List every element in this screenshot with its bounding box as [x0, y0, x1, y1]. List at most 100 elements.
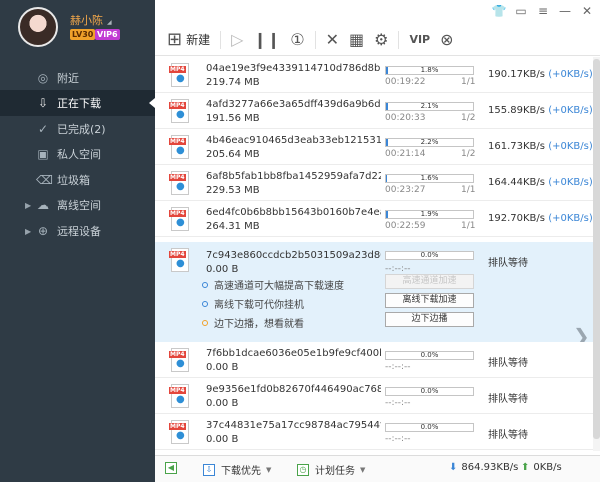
tip-offline: 离线下载可代你挂机	[202, 296, 304, 311]
priority-label: 下载优先	[221, 466, 261, 477]
task-name: 04ae19e3f9e4339114710d786d8b3c93...	[206, 63, 381, 74]
upload-arrow-icon: ⬆	[521, 462, 530, 473]
sidebar-item-downloading[interactable]: ⇩ 正在下载	[0, 90, 155, 116]
download-priority-button[interactable]: ⇩ 下载优先 ▼	[203, 462, 271, 477]
progress-percent: 2.2%	[420, 138, 439, 146]
remote-device-icon: ⊕	[37, 224, 49, 238]
bullet-icon	[202, 300, 208, 307]
mp4-file-icon	[169, 348, 189, 372]
lock-icon: ▣	[37, 147, 49, 161]
speedup-button[interactable]: ⊗	[440, 29, 453, 51]
list-item[interactable]: 7f6bb1dcae6036e05e1b9fe9cf400bbe.m... 0.…	[155, 342, 600, 378]
cloud-icon: ☁	[37, 198, 49, 212]
download-arrow-icon: ⬇	[449, 462, 458, 473]
task-name: 7c943e860ccdcb2b5031509a23d80775...	[206, 250, 381, 261]
list-item[interactable]: 6af8b5fab1bb8fba1452959afa7d22c3.m... 22…	[155, 165, 600, 201]
minimize-icon[interactable]: ▭	[513, 3, 529, 19]
progress-percent: 0.0%	[420, 251, 439, 259]
chevron-right-icon[interactable]: ▶	[25, 227, 31, 236]
remaining-time: 00:22:59	[385, 221, 426, 231]
delete-button[interactable]: ✕	[326, 29, 339, 51]
list-item[interactable]: 04ae19e3f9e4339114710d786d8b3c93... 219.…	[155, 57, 600, 93]
sidebar-item-remote[interactable]: ▶ ⊕ 远程设备	[0, 218, 155, 244]
remaining-time: 00:21:14	[385, 149, 426, 159]
grid-view-button[interactable]: ▦	[349, 29, 364, 51]
settings-icon[interactable]: ⚙	[374, 29, 388, 51]
sidebar-item-label: 远程设备	[57, 225, 101, 238]
vip-button[interactable]: VIP	[409, 29, 430, 51]
user-profile[interactable]: 赫小陈 LV30 VIP6	[0, 0, 155, 60]
scrollbar[interactable]	[593, 57, 600, 451]
sidebar-item-completed[interactable]: ✓ 已完成(2)	[0, 116, 155, 142]
main-panel: 👕 ▭ ≡ — ✕ ⊞ 新建 ▷ ❙❙ ① ✕ ▦ ⚙ VIP ⊗ MP4 ● …	[155, 0, 600, 482]
progress-percent: 2.1%	[420, 102, 439, 110]
progress-bar: 2.1%	[385, 102, 474, 111]
sidebar-item-private[interactable]: ▣ 私人空间	[0, 141, 155, 167]
divider	[314, 30, 316, 49]
shirt-icon[interactable]: 👕	[491, 3, 507, 19]
progress-bar: 1.8%	[385, 66, 474, 75]
upload-speed: (+0KB/s)	[548, 177, 593, 188]
list-item[interactable]: 37c44831e75a17cc98784ac79544f344... 0.00…	[155, 414, 600, 450]
collapse-sidebar-button[interactable]: ◀	[165, 462, 183, 474]
remaining-time: 00:23:27	[385, 185, 426, 195]
start-button[interactable]: ▷	[231, 29, 243, 51]
list-item[interactable]: 4b46eac910465d3eab33eb121531f94b... 205.…	[155, 129, 600, 165]
task-size: 229.53 MB	[206, 185, 260, 196]
scheduled-task-button[interactable]: ◷ 计划任务 ▼	[297, 462, 365, 477]
progress-bar: 2.2%	[385, 138, 474, 147]
new-task-label: 新建	[186, 33, 211, 47]
schedule-icon: ◷	[297, 463, 309, 476]
progress-percent: 1.6%	[420, 174, 439, 182]
download-speed: 164.44KB/s	[488, 177, 545, 188]
limit-speed-button[interactable]: ①	[290, 29, 304, 51]
download-speed-value: 864.93KB/s	[461, 462, 519, 473]
progress-bar: 0.0%	[385, 423, 474, 432]
download-speed: 161.73KB/s	[488, 141, 545, 152]
task-name: 37c44831e75a17cc98784ac79544f344...	[206, 420, 381, 431]
sidebar-item-nearby[interactable]: ◎ 附近	[0, 65, 155, 91]
mp4-file-icon	[169, 207, 189, 231]
progress-bar: 0.0%	[385, 387, 474, 396]
check-circle-icon: ✓	[37, 122, 49, 136]
remaining-time: --:--:--	[385, 434, 411, 444]
download-speed: 190.17KB/s	[488, 69, 545, 80]
sidebar: 赫小陈 LV30 VIP6 ◎ 附近 ⇩ 正在下载 ✓ 已完成(2) ▣ 私人空…	[0, 0, 155, 482]
status-text: 排队等待	[488, 258, 528, 269]
tip-text: 离线下载可代你挂机	[214, 300, 304, 311]
progress-percent: 0.0%	[420, 387, 439, 395]
avatar[interactable]	[18, 7, 58, 47]
task-size: 0.00 B	[206, 264, 239, 275]
bullet-icon	[202, 281, 208, 288]
username[interactable]: 赫小陈	[70, 12, 112, 28]
tip-stream: 边下边播，想看就看	[202, 315, 304, 330]
task-size: 264.31 MB	[206, 221, 260, 232]
mp4-file-icon	[169, 420, 189, 444]
pause-button[interactable]: ❙❙	[253, 29, 280, 51]
minimize-button[interactable]: —	[557, 3, 573, 19]
list-item[interactable]: 6ed4fc0b6b8bb15643b0160b7e4ea208... 264.…	[155, 201, 600, 237]
task-speed: 164.44KB/s (+0KB/s)	[488, 177, 593, 188]
menu-icon[interactable]: ≡	[535, 3, 551, 19]
task-name: 4b46eac910465d3eab33eb121531f94b...	[206, 135, 381, 146]
list-item[interactable]: 9e9356e1fd0b82670f446490ac76870d... 0.00…	[155, 378, 600, 414]
sidebar-item-label: 正在下载	[57, 97, 101, 110]
block-count: 1/2	[461, 149, 476, 159]
high-speed-button[interactable]: 高速通道加速	[385, 274, 474, 289]
chevron-right-icon[interactable]: ▶	[25, 201, 31, 210]
new-task-button[interactable]: ⊞ 新建	[167, 29, 210, 51]
list-item[interactable]: 4afd3277a66e3a65dff439d6a9b6d484... 191.…	[155, 93, 600, 129]
task-speed: 155.89KB/s (+0KB/s)	[488, 105, 593, 116]
scrollbar-thumb[interactable]	[593, 59, 600, 439]
total-download-speed: ⬇ 864.93KB/s	[449, 462, 518, 473]
close-button[interactable]: ✕	[579, 3, 595, 19]
task-name: 7f6bb1dcae6036e05e1b9fe9cf400bbe.m...	[206, 348, 381, 359]
offline-download-button[interactable]: 离线下载加速	[385, 293, 474, 308]
progress-percent: 1.8%	[420, 66, 439, 74]
toolbar: ⊞ 新建 ▷ ❙❙ ① ✕ ▦ ⚙ VIP ⊗	[155, 24, 600, 56]
upload-speed-value: 0KB/s	[533, 462, 562, 473]
sidebar-item-offline[interactable]: ▶ ☁ 离线空间	[0, 192, 155, 218]
sidebar-item-trash[interactable]: ⌫ 垃圾箱	[0, 167, 155, 193]
stream-play-button[interactable]: 边下边播	[385, 312, 474, 327]
task-name: 9e9356e1fd0b82670f446490ac76870d...	[206, 384, 381, 395]
